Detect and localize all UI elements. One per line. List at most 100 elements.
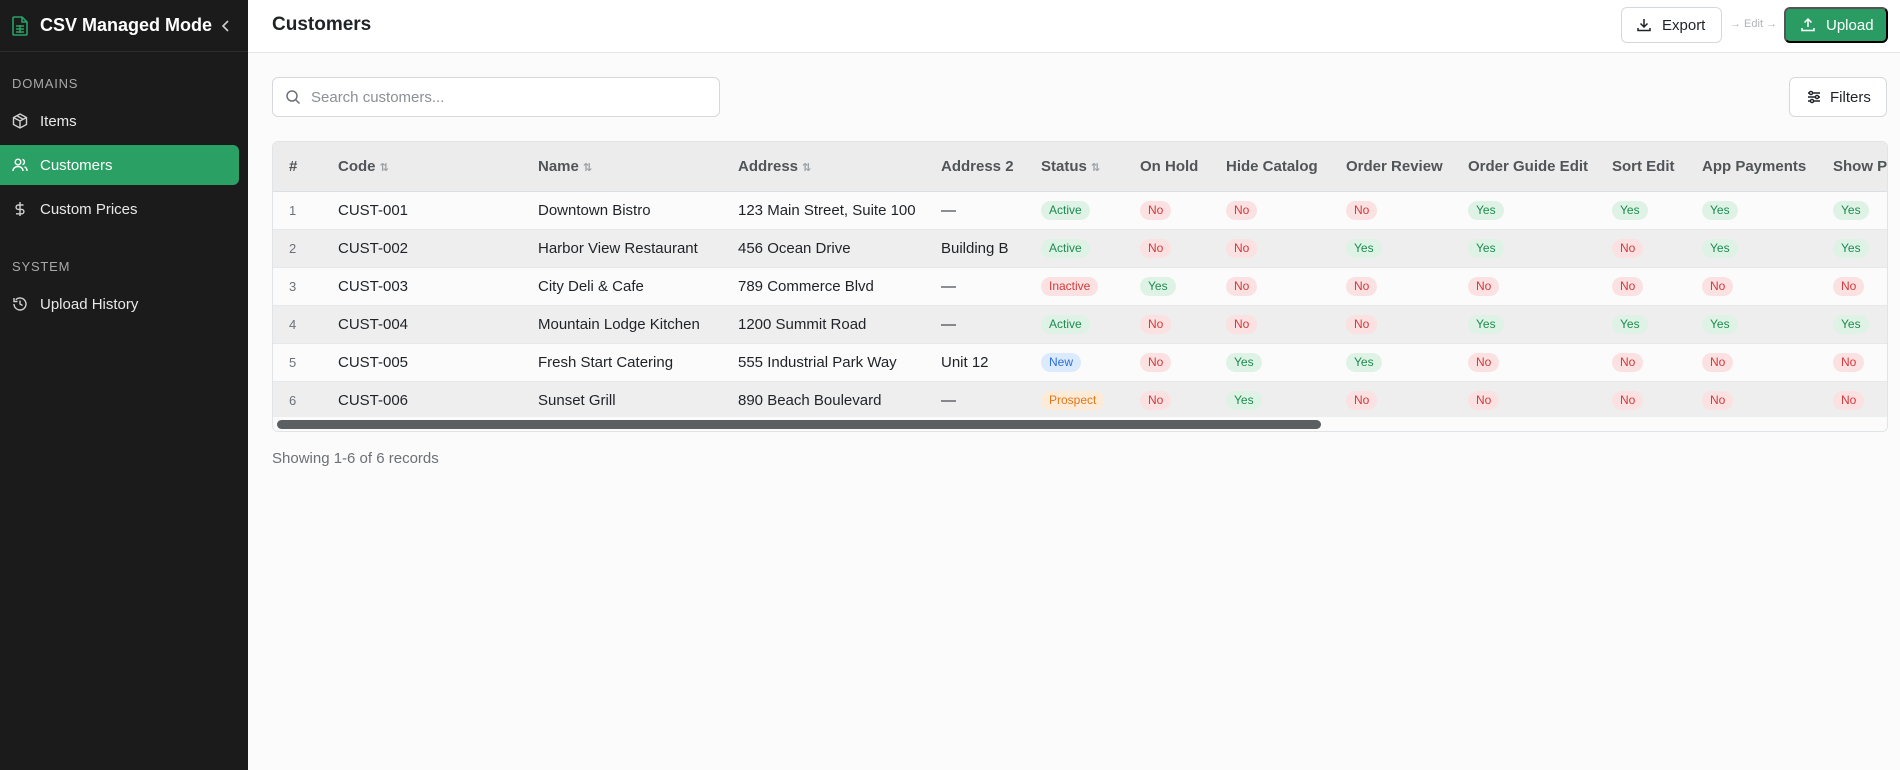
- filters-button[interactable]: Filters: [1789, 77, 1887, 117]
- table-row[interactable]: 3 CUST-003 City Deli & Cafe 789 Commerce Bl…: [273, 267, 1887, 305]
- column-header-status[interactable]: Status ⇅: [1025, 142, 1124, 192]
- boolean-badge: No: [1226, 314, 1258, 334]
- cell-order-guide-edit: No: [1452, 343, 1596, 381]
- table-row[interactable]: 2 CUST-002 Harbor View Restaurant 456 Ocean…: [273, 229, 1887, 267]
- sidebar-item-customers[interactable]: Customers: [0, 145, 239, 185]
- column-header-label: Hide Catalog: [1226, 157, 1318, 175]
- cell-on-hold: No: [1124, 229, 1210, 267]
- boolean-badge: No: [1226, 200, 1258, 220]
- boolean-badge: Yes: [1346, 238, 1382, 258]
- table-row[interactable]: 4 CUST-004 Mountain Lodge Kitchen 1200 Summ…: [273, 305, 1887, 343]
- column-header-label: Order Guide Edit: [1468, 157, 1589, 175]
- cell-on-hold: No: [1124, 343, 1210, 381]
- status-badge: Active: [1041, 200, 1090, 220]
- column-header-label: On Hold: [1140, 157, 1199, 175]
- column-header-name[interactable]: Name ⇅: [522, 142, 722, 192]
- status-badge: Prospect: [1041, 390, 1105, 410]
- cell-order-guide-edit: No: [1452, 381, 1596, 419]
- table-row[interactable]: 5 CUST-005 Fresh Start Catering 555 Industr…: [273, 343, 1887, 381]
- cell-num: 2: [289, 240, 297, 256]
- cell-name: Fresh Start Catering: [538, 353, 674, 371]
- column-header-label: Sort Edit: [1612, 157, 1675, 175]
- sidebar-item-label: Customers: [40, 156, 113, 174]
- cell-address: 456 Ocean Drive: [738, 239, 851, 257]
- column-header-label: Address: [738, 157, 799, 175]
- column-header-address-2: Address 2: [925, 142, 1025, 192]
- upload-button-label: Upload: [1826, 16, 1874, 34]
- sidebar-item-custom-prices[interactable]: Custom Prices: [0, 189, 239, 229]
- cell-address2: —: [941, 277, 956, 295]
- cell-address2: —: [941, 315, 956, 333]
- cell-app-payments: Yes: [1686, 191, 1817, 229]
- cell-hide-catalog: No: [1210, 267, 1330, 305]
- boolean-badge: No: [1833, 390, 1865, 410]
- boolean-badge: No: [1140, 352, 1172, 372]
- cell-status: Inactive: [1025, 267, 1124, 305]
- cell-code: CUST-003: [338, 277, 409, 295]
- cell-address2: —: [941, 201, 956, 219]
- cell-name: Downtown Bistro: [538, 201, 651, 219]
- status-badge: Inactive: [1041, 276, 1099, 296]
- cell-order-guide-edit: Yes: [1452, 191, 1596, 229]
- upload-button[interactable]: Upload: [1784, 7, 1888, 43]
- search-input[interactable]: [311, 88, 691, 106]
- cell-sort-edit: No: [1596, 343, 1686, 381]
- boolean-badge: No: [1612, 352, 1644, 372]
- boolean-badge: No: [1346, 314, 1378, 334]
- cell-app-payments: No: [1686, 267, 1817, 305]
- sort-icon[interactable]: ⇅: [1091, 162, 1100, 174]
- cell-status: Active: [1025, 229, 1124, 267]
- cell-app-payments: No: [1686, 343, 1817, 381]
- boolean-badge: No: [1612, 238, 1644, 258]
- boolean-badge: No: [1140, 200, 1172, 220]
- cell-address: 123 Main Street, Suite 100: [738, 201, 916, 219]
- boolean-badge: No: [1226, 238, 1258, 258]
- cell-address2: Unit 12: [941, 353, 989, 371]
- horizontal-scrollbar[interactable]: [273, 417, 1887, 431]
- column-header-code[interactable]: Code ⇅: [322, 142, 522, 192]
- users-icon: [12, 157, 28, 173]
- boolean-badge: Yes: [1468, 200, 1504, 220]
- column-header-label: Address 2: [941, 157, 1014, 175]
- column-header-label: Name: [538, 157, 579, 175]
- filters-button-label: Filters: [1830, 88, 1871, 106]
- column-header-address[interactable]: Address ⇅: [722, 142, 925, 192]
- dollar-icon: [12, 201, 28, 217]
- cell-show-pa: Yes: [1817, 305, 1887, 343]
- file-spreadsheet-icon: [12, 15, 30, 36]
- boolean-badge: No: [1346, 276, 1378, 296]
- history-icon: [12, 296, 28, 312]
- export-button[interactable]: Export: [1621, 7, 1722, 43]
- column-header-sort-edit: Sort Edit: [1596, 142, 1686, 192]
- boolean-badge: No: [1612, 276, 1644, 296]
- sidebar-item-items[interactable]: Items: [0, 101, 239, 141]
- sidebar: CSV Managed Mode DOMAINS Items Customers…: [0, 0, 248, 770]
- table-row[interactable]: 6 CUST-006 Sunset Grill 890 Beach Boulevard…: [273, 381, 1887, 419]
- cell-app-payments: No: [1686, 381, 1817, 419]
- cell-order-review: Yes: [1330, 229, 1452, 267]
- chevron-left-icon[interactable]: [216, 16, 236, 36]
- boolean-badge: No: [1468, 352, 1500, 372]
- cell-sort-edit: No: [1596, 381, 1686, 419]
- cell-order-review: No: [1330, 267, 1452, 305]
- scrollbar-thumb[interactable]: [277, 420, 1321, 429]
- sidebar-item-label: Items: [40, 112, 77, 130]
- cell-show-pa: Yes: [1817, 229, 1887, 267]
- cell-on-hold: Yes: [1124, 267, 1210, 305]
- search-box: [272, 77, 720, 117]
- table-row[interactable]: 1 CUST-001 Downtown Bistro 123 Main Street,…: [273, 191, 1887, 229]
- sort-icon[interactable]: ⇅: [380, 162, 389, 174]
- column-header-label: App Payments: [1702, 157, 1807, 175]
- cell-address2: Building B: [941, 239, 1009, 257]
- boolean-badge: No: [1833, 276, 1865, 296]
- sort-icon[interactable]: ⇅: [802, 162, 811, 174]
- column-header-order-guide-edit: Order Guide Edit: [1452, 142, 1596, 192]
- boolean-badge: Yes: [1833, 238, 1869, 258]
- boolean-badge: No: [1346, 390, 1378, 410]
- status-badge: New: [1041, 352, 1082, 372]
- sort-icon[interactable]: ⇅: [583, 162, 592, 174]
- boolean-badge: Yes: [1833, 314, 1869, 334]
- cell-order-review: Yes: [1330, 343, 1452, 381]
- sidebar-item-upload-history[interactable]: Upload History: [0, 284, 239, 324]
- page-title: Customers: [272, 14, 372, 35]
